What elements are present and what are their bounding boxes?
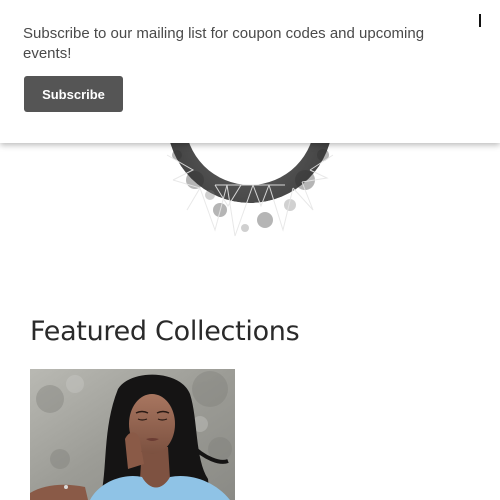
subscribe-button[interactable]: Subscribe (24, 76, 123, 112)
featured-collections-heading: Featured Collections (30, 316, 300, 347)
close-icon (479, 14, 481, 27)
subscribe-popup: Subscribe to our mailing list for coupon… (0, 0, 500, 143)
popup-message: Subscribe to our mailing list for coupon… (23, 25, 425, 62)
page: Featured Collections Subscribe to our ma… (0, 0, 500, 500)
collection-card[interactable] (30, 369, 235, 500)
close-popup-button[interactable] (472, 10, 488, 30)
collection-image (30, 369, 235, 500)
